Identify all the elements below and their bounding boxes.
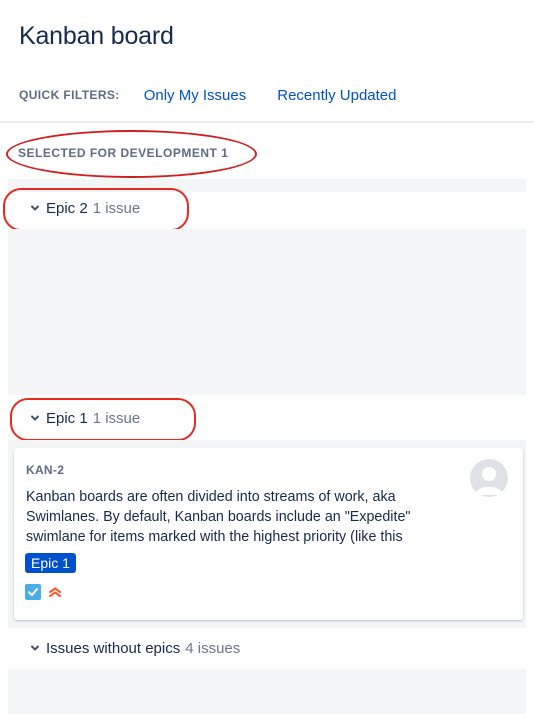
swimlane-issues-without-epics-name: Issues without epics — [46, 639, 181, 657]
epic-lozenge: Epic 1 — [25, 553, 76, 573]
issue-summary: Kanban boards are often divided into str… — [26, 489, 411, 545]
swimlane-issues-without-epics[interactable]: Issues without epics 4 issues — [30, 638, 240, 658]
swimlane-issues-without-epics-body — [8, 669, 526, 714]
swimlane-epic-2-body — [8, 229, 526, 395]
issue-key[interactable]: KAN-2 — [26, 463, 64, 477]
quick-filters-bar: QUICK FILTERS: Only My Issues Recently U… — [19, 84, 428, 106]
swimlane-epic-2-annotation — [3, 188, 189, 231]
filter-recently-updated[interactable]: Recently Updated — [277, 87, 396, 104]
swimlane-epic-1-annotation — [10, 398, 196, 441]
board-title: Kanban board — [19, 22, 174, 50]
column-header-annotation-ellipse — [6, 130, 257, 178]
quick-filters-label: QUICK FILTERS: — [19, 88, 120, 102]
header-divider — [0, 121, 534, 123]
swimlane-issues-without-epics-count: 4 issues — [185, 639, 241, 657]
avatar[interactable] — [470, 459, 508, 497]
chevron-down-icon — [30, 643, 40, 653]
filter-only-my-issues[interactable]: Only My Issues — [144, 87, 247, 104]
highest-priority-icon — [47, 584, 63, 600]
issue-card[interactable]: KAN-2 Kanban boards are often divided in… — [14, 448, 523, 620]
task-checkbox-icon — [25, 584, 41, 600]
